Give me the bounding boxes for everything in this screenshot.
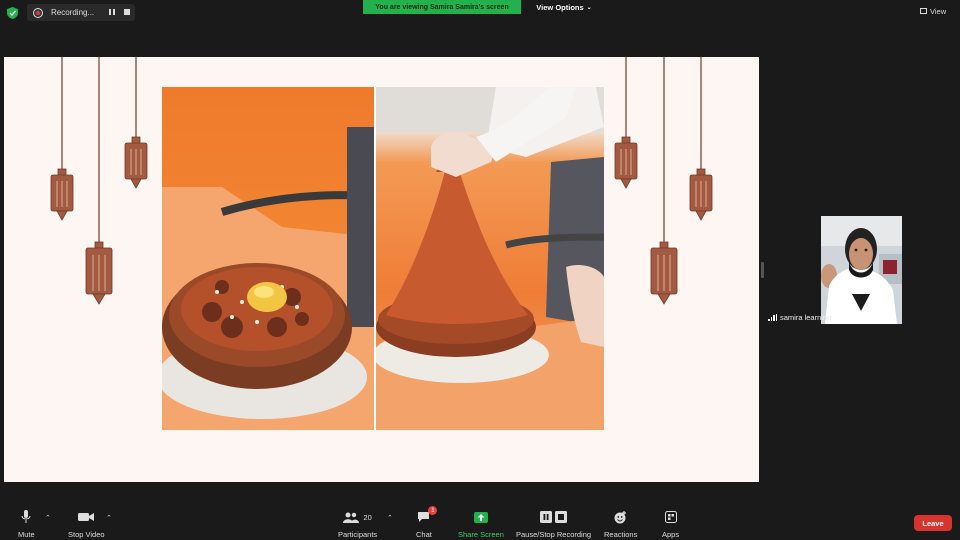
reactions-label: Reactions <box>604 530 638 539</box>
shared-screen-slide <box>4 57 759 482</box>
chat-unread-badge: 1 <box>428 506 438 515</box>
participant-name-label: samira learning <box>768 313 831 322</box>
mute-label: Mute <box>18 530 35 539</box>
leave-button[interactable]: Leave <box>914 515 952 531</box>
pause-stop-recording-button[interactable]: Pause/Stop Recording <box>516 510 591 539</box>
video-camera-icon <box>78 510 95 524</box>
view-label: View <box>930 6 947 16</box>
apps-label: Apps <box>662 530 680 539</box>
stop-icon[interactable] <box>124 9 130 15</box>
chat-button[interactable]: 1 Chat <box>416 506 438 539</box>
tagine-stew-photo <box>162 87 374 430</box>
viewing-screen-banner: You are viewing Samira Samira's screen <box>363 0 521 14</box>
recording-label: Recording... <box>51 8 95 17</box>
video-options-chevron-icon[interactable]: ⌃ <box>106 514 112 522</box>
share-screen-button[interactable]: Share Screen <box>458 510 504 539</box>
chevron-down-icon: ⌄ <box>586 4 592 11</box>
reactions-icon <box>614 510 627 524</box>
signal-icon <box>768 314 777 321</box>
meeting-toolbar: Mute ⌃ Stop Video ⌃ 20 Participants ⌃ 1 … <box>0 500 960 540</box>
tagine-lid-photo <box>376 87 604 430</box>
participant-video-tile[interactable] <box>821 216 902 324</box>
chat-icon: 1 <box>417 506 438 524</box>
chat-label: Chat <box>416 530 432 539</box>
participant-name: samira learning <box>780 313 832 322</box>
recording-indicator: Recording... <box>27 4 135 21</box>
microphone-icon <box>21 510 31 524</box>
participants-button[interactable]: 20 Participants <box>338 510 377 539</box>
share-screen-icon <box>473 510 488 524</box>
participants-icon: 20 <box>343 510 372 524</box>
view-button[interactable]: View <box>920 4 954 18</box>
pause-stop-icon <box>539 510 568 524</box>
stop-video-button[interactable]: Stop Video <box>68 510 105 539</box>
record-icon <box>33 7 43 18</box>
participants-options-chevron-icon[interactable]: ⌃ <box>387 514 393 522</box>
pause-icon[interactable] <box>107 8 117 17</box>
share-screen-label: Share Screen <box>458 530 504 539</box>
security-shield-icon[interactable] <box>7 7 18 19</box>
panel-resize-handle[interactable] <box>761 262 764 278</box>
view-grid-icon <box>920 8 927 14</box>
apps-button[interactable]: Apps <box>662 510 679 539</box>
view-options-label: View Options <box>536 2 584 12</box>
apps-icon <box>664 510 677 524</box>
participants-count: 20 <box>363 512 372 522</box>
pause-stop-recording-label: Pause/Stop Recording <box>516 530 592 539</box>
view-options-button[interactable]: View Options ⌄ <box>532 0 596 14</box>
reactions-button[interactable]: Reactions <box>604 510 637 539</box>
mute-button[interactable]: Mute <box>18 510 35 539</box>
participants-label: Participants <box>338 530 378 539</box>
stop-video-label: Stop Video <box>68 530 105 539</box>
mute-options-chevron-icon[interactable]: ⌃ <box>45 514 51 522</box>
